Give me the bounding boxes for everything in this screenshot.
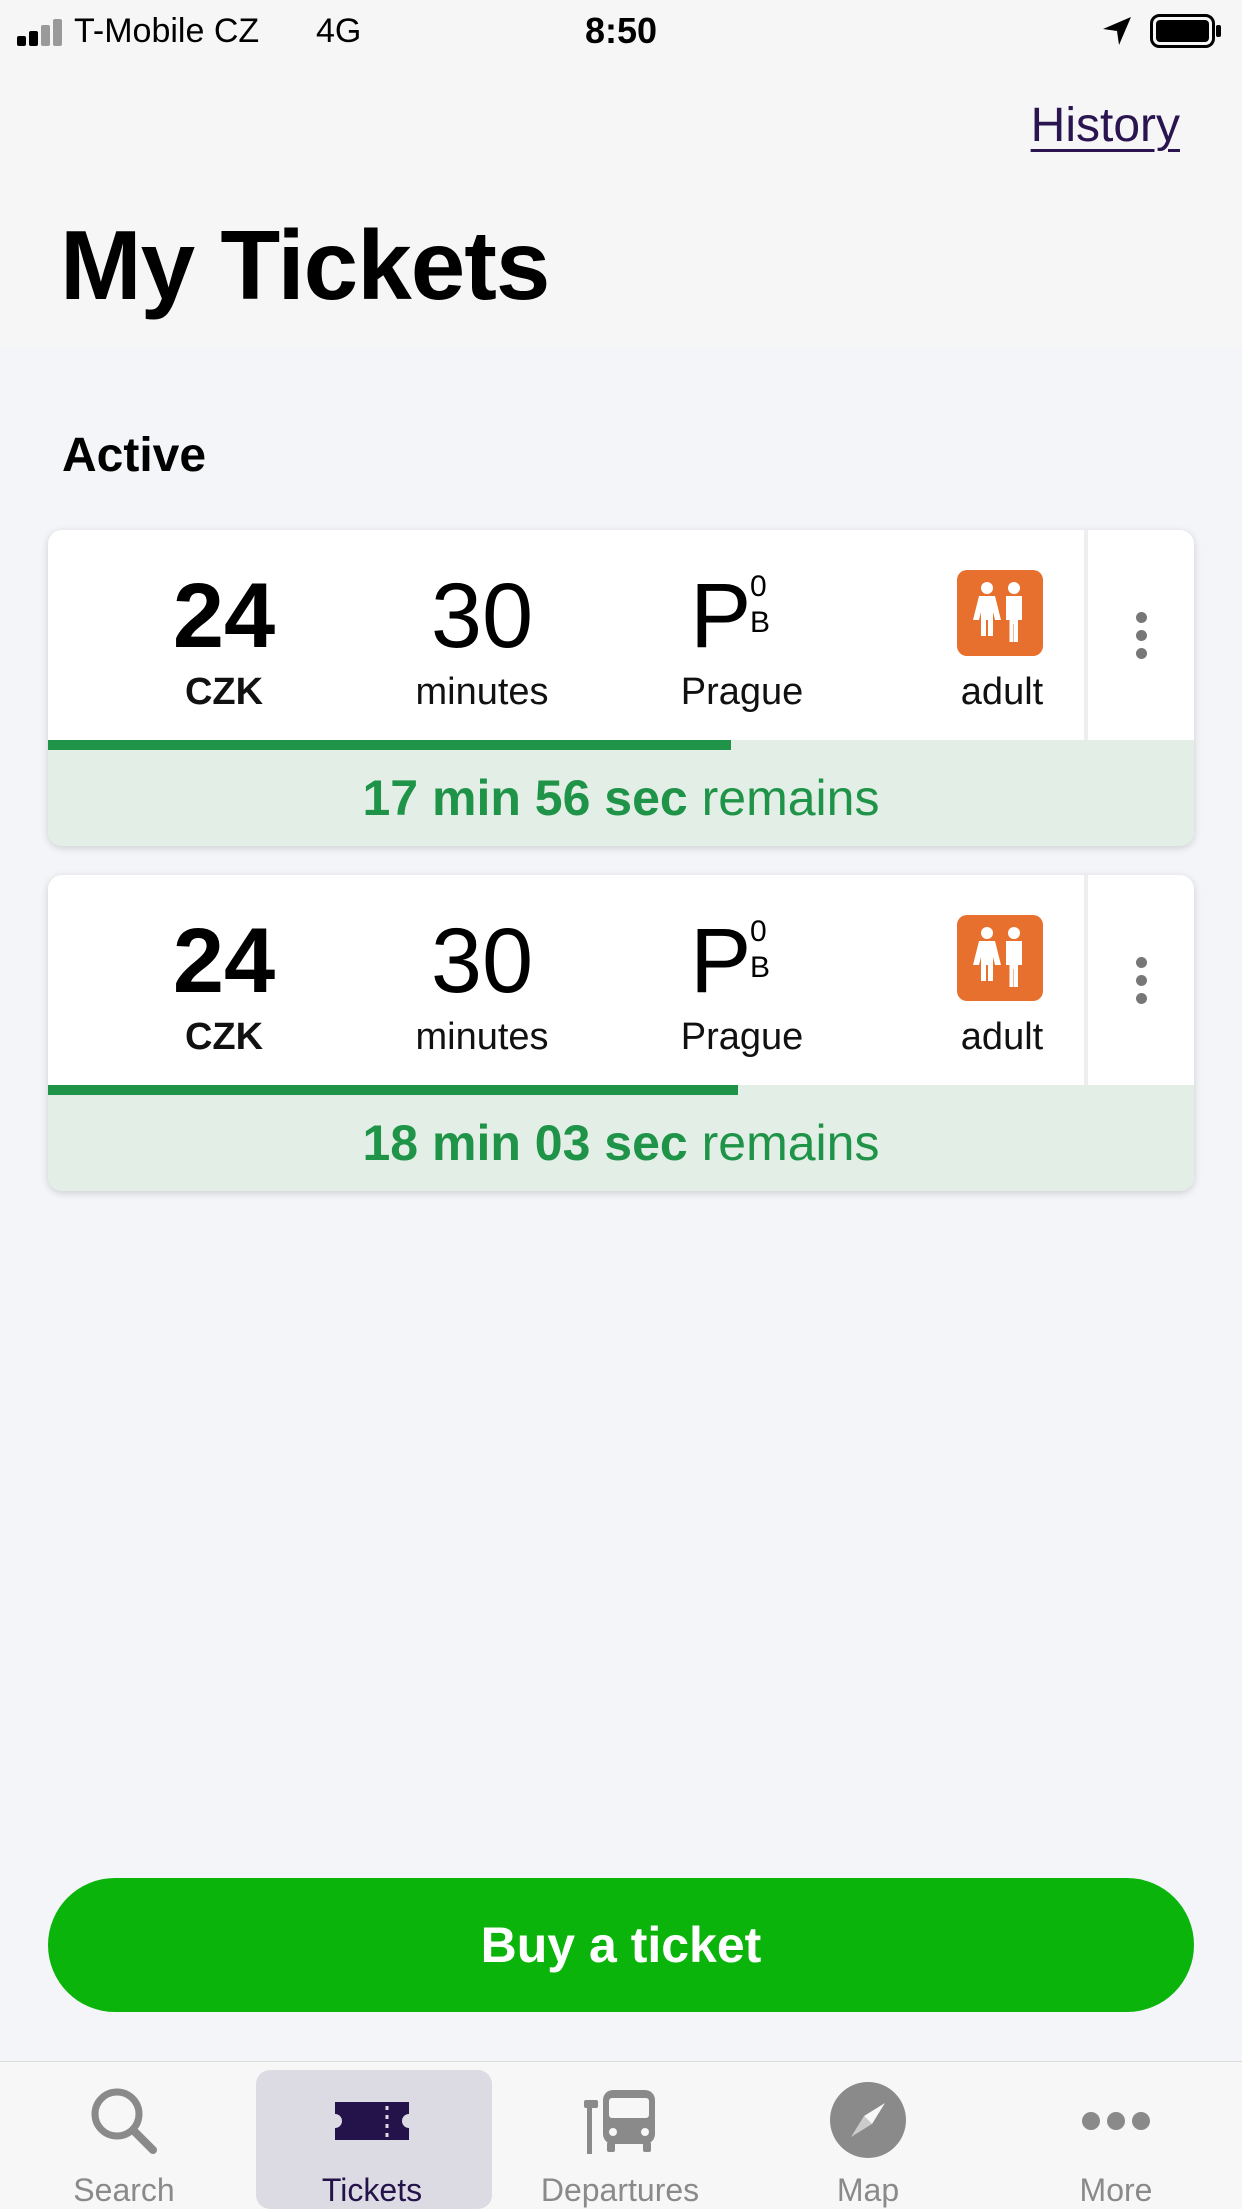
buy-ticket-button[interactable]: Buy a ticket bbox=[48, 1878, 1194, 2012]
tab-departures[interactable]: Departures bbox=[496, 2062, 744, 2209]
zone-code: P 0 B bbox=[612, 911, 872, 1011]
remaining-suffix: remains bbox=[701, 770, 880, 826]
validity-progress-fill bbox=[48, 1085, 738, 1095]
tab-label: Departures bbox=[540, 2172, 700, 2208]
duration-value: 30 bbox=[430, 565, 534, 667]
adult-pair-icon bbox=[957, 570, 1043, 656]
zone-letter: P bbox=[690, 910, 752, 1012]
tab-label: Map bbox=[836, 2172, 900, 2208]
remaining-time-bar: 17 min 56 sec remains bbox=[48, 740, 1194, 846]
tab-more[interactable]: More bbox=[992, 2062, 1240, 2209]
tab-label: Search bbox=[73, 2172, 175, 2208]
ticket-info[interactable]: 24 CZK 30 minutes P 0 B Prague adult bbox=[48, 530, 1084, 740]
validity-progress bbox=[48, 1085, 1194, 1095]
remaining-time-bar: 18 min 03 sec remains bbox=[48, 1085, 1194, 1191]
more-vertical-icon bbox=[1136, 612, 1147, 623]
price-currency: CZK bbox=[184, 671, 264, 713]
duration-value: 30 bbox=[430, 910, 534, 1012]
remaining-time-text: 18 min 03 sec remains bbox=[48, 1113, 1194, 1173]
price-value: 24 bbox=[172, 565, 276, 667]
remaining-time-value: 17 min 56 sec bbox=[362, 770, 688, 826]
compass-icon bbox=[830, 2082, 906, 2158]
tab-tickets[interactable]: Tickets bbox=[248, 2062, 496, 2209]
tab-label: Tickets bbox=[321, 2172, 423, 2208]
duration-unit: minutes bbox=[415, 671, 549, 713]
status-bar: T-Mobile CZ 4G 8:50 bbox=[0, 0, 1242, 62]
ticket-card[interactable]: 24 CZK 30 minutes P 0 B Prague bbox=[48, 530, 1194, 846]
price-currency: CZK bbox=[184, 1016, 264, 1058]
location-arrow-icon bbox=[1103, 17, 1131, 45]
ticket-info[interactable]: 24 CZK 30 minutes P 0 B Prague adult bbox=[48, 875, 1084, 1085]
ticket-more-button[interactable] bbox=[1088, 530, 1194, 740]
adult-pair-icon bbox=[957, 915, 1043, 1001]
zone-subscript: B bbox=[750, 606, 771, 639]
validity-progress bbox=[48, 740, 1194, 750]
history-link[interactable]: History bbox=[1031, 98, 1180, 153]
more-dots-icon bbox=[1082, 2112, 1150, 2130]
ticket-card[interactable]: 24 CZK 30 minutes P 0 B Prague bbox=[48, 875, 1194, 1191]
validity-progress-fill bbox=[48, 740, 732, 750]
battery-icon bbox=[1150, 14, 1221, 48]
tab-bar: Search Tickets Departures Map More bbox=[0, 2061, 1242, 2209]
tab-search[interactable]: Search bbox=[0, 2062, 248, 2209]
duration-unit: minutes bbox=[415, 1016, 549, 1058]
zone-subscript: B bbox=[750, 951, 771, 984]
ticket-more-button[interactable] bbox=[1088, 875, 1194, 1085]
tab-label: More bbox=[1079, 2172, 1153, 2208]
zone-superscript: 0 bbox=[750, 915, 767, 948]
ticket-icon bbox=[335, 2102, 409, 2140]
remaining-suffix: remains bbox=[701, 1115, 880, 1171]
zone-city: Prague bbox=[680, 671, 804, 713]
status-time: 8:50 bbox=[584, 10, 658, 51]
price-value: 24 bbox=[172, 910, 276, 1012]
tab-map[interactable]: Map bbox=[744, 2062, 992, 2209]
zone-letter: P bbox=[690, 565, 752, 667]
zone-code: P 0 B bbox=[612, 566, 872, 666]
section-label-active: Active bbox=[62, 429, 207, 482]
more-vertical-icon bbox=[1136, 957, 1147, 968]
search-icon bbox=[91, 2088, 157, 2154]
remaining-time-value: 18 min 03 sec bbox=[362, 1115, 688, 1171]
zone-city: Prague bbox=[680, 1016, 804, 1058]
page-title: My Tickets bbox=[60, 210, 550, 320]
bus-stop-icon bbox=[584, 2090, 655, 2154]
remaining-time-text: 17 min 56 sec remains bbox=[48, 768, 1194, 828]
zone-superscript: 0 bbox=[750, 570, 767, 603]
